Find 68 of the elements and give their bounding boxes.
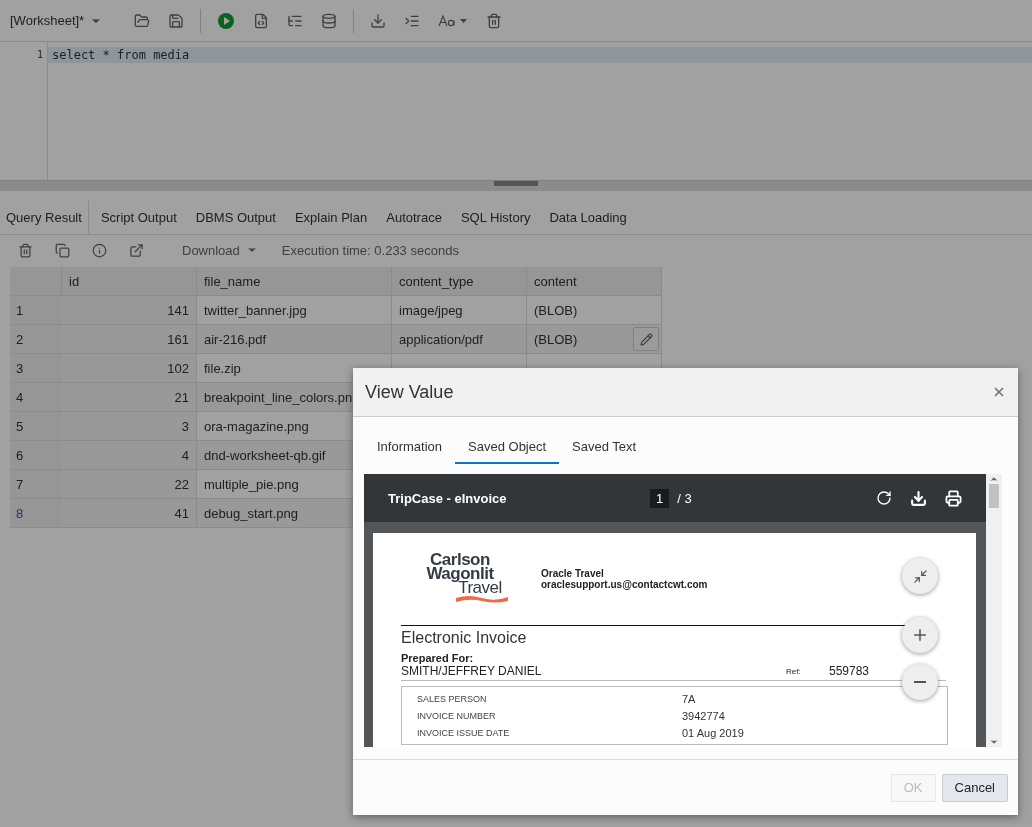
prepared-for-label: Prepared For: [401,652,475,664]
worksheet-dropdown[interactable]: [Worksheet]* [10,13,103,28]
scroll-down-icon[interactable] [989,737,999,747]
detail-value: 3942774 [682,709,725,722]
result-tab[interactable]: Script Output [94,201,184,234]
plus-icon [911,626,929,644]
company-logo: Carlson Wagonlit Travel [401,553,519,615]
column-header[interactable]: content [527,267,662,296]
row-number[interactable]: 5 [10,412,62,441]
dialog-tab[interactable]: Saved Object [455,431,560,464]
result-tab[interactable]: Autotrace [380,201,449,234]
scroll-up-icon[interactable] [989,474,999,484]
detail-label: INVOICE ISSUE DATE [417,727,511,738]
page-number-field[interactable]: 1 [650,488,670,508]
table-cell: 41 [62,499,197,528]
table-cell: 161 [62,325,197,354]
customer-name: SMITH/JEFFREY DANIEL [401,664,543,678]
scroll-thumb[interactable] [989,484,999,508]
result-tab[interactable]: SQL History [454,201,538,234]
table-cell: 102 [62,354,197,383]
download-icon[interactable] [910,489,927,507]
column-header[interactable]: id [62,267,197,296]
table-cell: image/jpeg [392,296,527,325]
table-cell: (BLOB) [527,296,662,325]
pencil-icon [639,332,653,346]
rotate-icon[interactable] [876,490,892,506]
dialog-tab[interactable]: Saved Text [559,431,650,464]
detail-label: INVOICE NUMBER [417,710,497,721]
edit-button[interactable] [633,327,659,351]
row-number[interactable]: 3 [10,354,62,383]
download-dropdown[interactable]: Download [176,241,264,259]
table-cell: twitter_banner.jpg [197,296,392,325]
execution-time: Execution time: 0.233 seconds [281,242,459,258]
row-number[interactable]: 7 [10,470,62,499]
print-icon[interactable] [945,489,962,507]
detail-label: SALES PERSON [417,693,488,704]
ref-label: Ref: [786,666,802,676]
table-cell: application/pdf [392,325,527,354]
line-number: 1 [35,48,44,62]
column-header[interactable]: file_name [197,267,392,296]
row-number[interactable]: 8 [10,499,62,528]
minus-icon [914,681,926,683]
table-cell: 22 [62,470,197,499]
result-tab[interactable]: DBMS Output [189,201,283,234]
row-number[interactable]: 4 [10,383,62,412]
row-number[interactable]: 1 [10,296,62,325]
table-cell: (BLOB) [527,325,662,354]
company-email: oraclesupport.us@contactcwt.com [541,579,708,590]
column-header[interactable]: content_type [392,267,527,296]
table-cell: 21 [62,383,197,412]
table-cell: 3 [62,412,197,441]
row-number[interactable]: 6 [10,441,62,470]
detail-value: 7A [682,692,696,705]
ref-value: 559783 [829,664,870,678]
table-cell: 4 [62,441,197,470]
detail-value: 01 Aug 2019 [682,726,744,739]
scrollbar[interactable] [986,474,1002,747]
result-tab[interactable]: Explain Plan [288,201,375,234]
page-total: / 3 [677,490,693,506]
table-cell: air-216.pdf [197,325,392,354]
close-icon[interactable] [992,385,1006,399]
row-number[interactable]: 2 [10,325,62,354]
invoice-heading: Electronic Invoice [401,629,527,647]
result-tab[interactable]: Data Loading [543,201,634,234]
dialog-button[interactable]: Cancel [941,773,1008,802]
company-name: Oracle Travel [541,568,605,579]
table-cell: 141 [62,296,197,325]
shrink-icon [912,568,928,584]
